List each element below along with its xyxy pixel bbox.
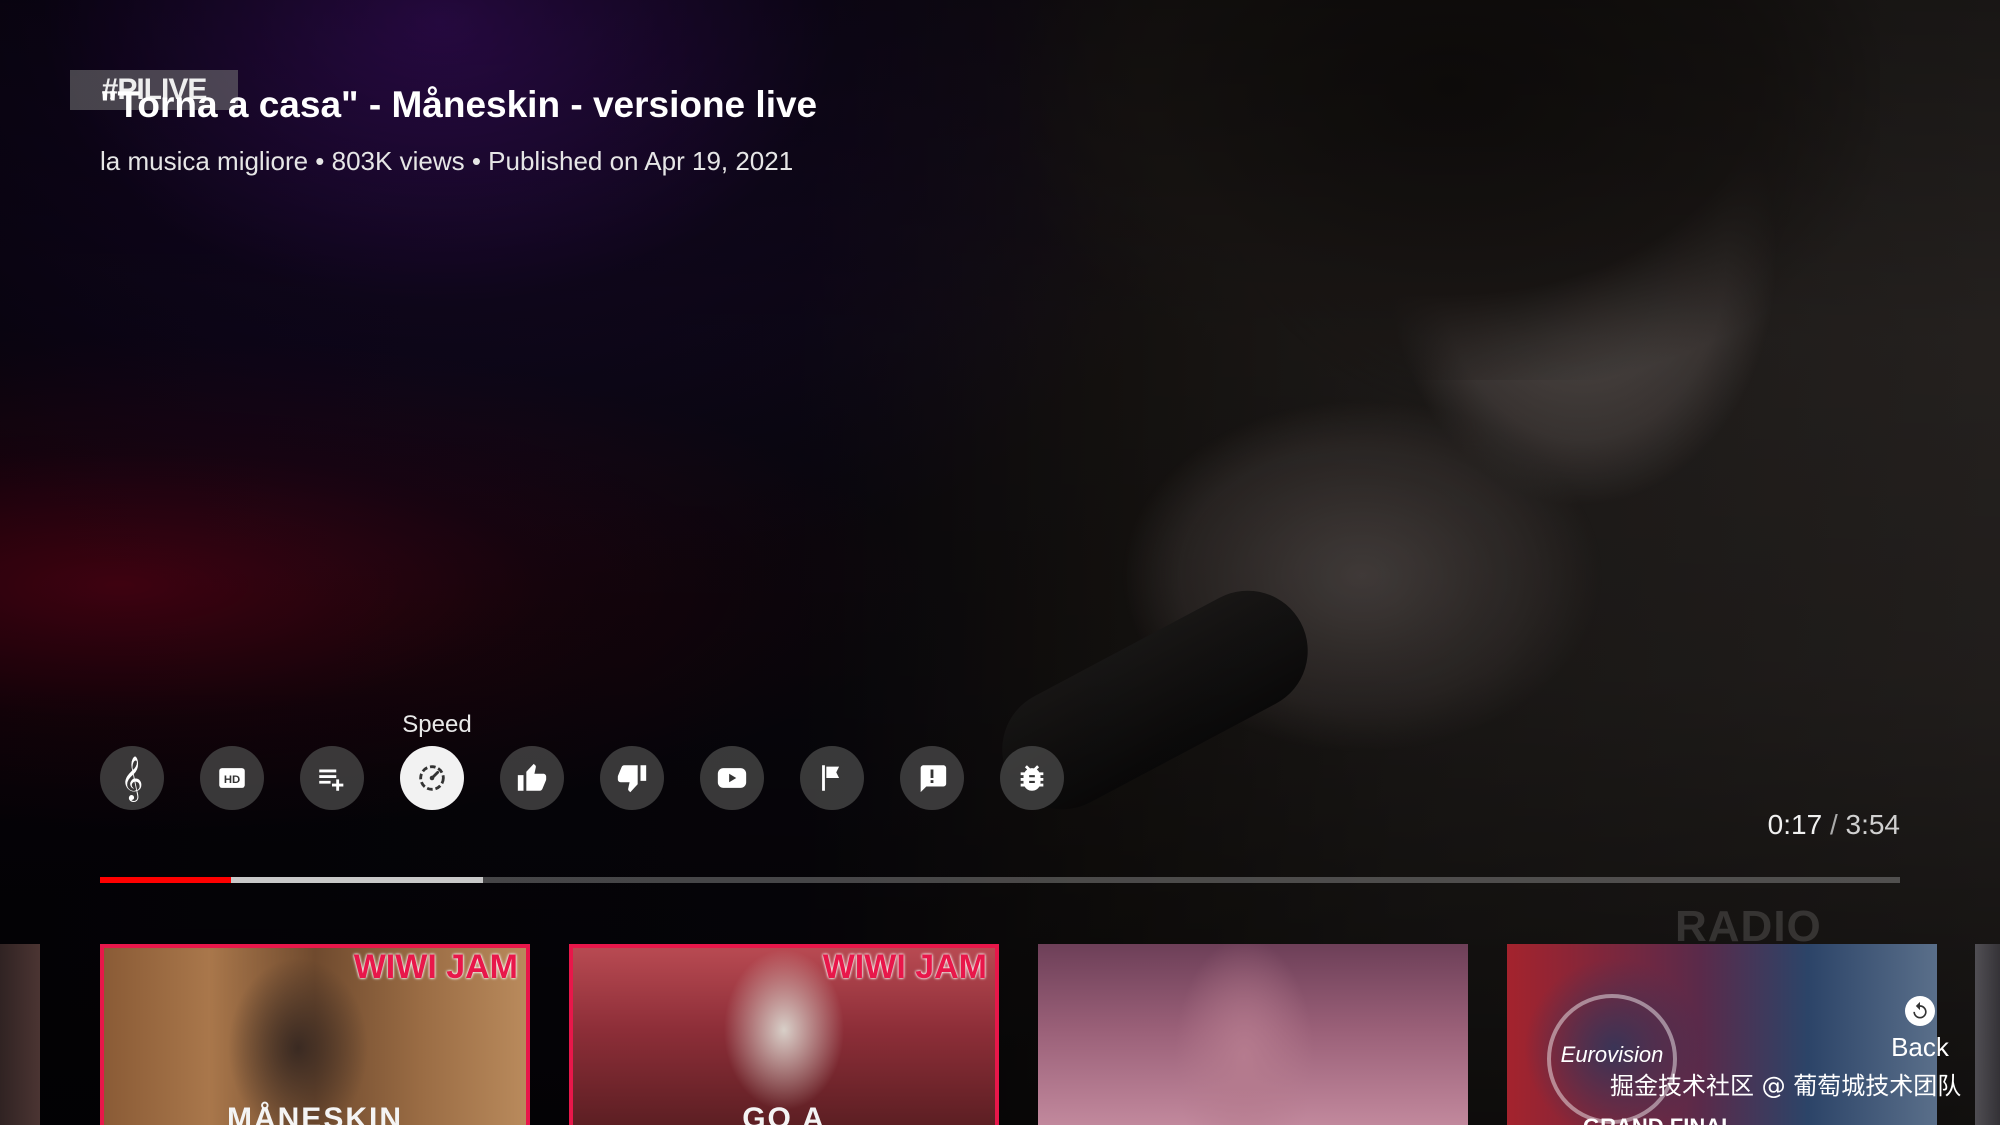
card-caption: MÅNESKIN xyxy=(226,1102,403,1125)
feedback-icon xyxy=(920,765,947,793)
watermark: 掘金技术社区 @ 葡萄城技术团队 xyxy=(1610,1072,1962,1100)
back-hint[interactable]: Back xyxy=(1888,996,1952,1063)
feedback-button[interactable] xyxy=(900,746,964,810)
bug-icon xyxy=(1020,765,1044,791)
time-separator: / xyxy=(1829,809,1838,840)
meta-separator: • xyxy=(308,146,332,176)
playback-time: 0:17 / 3:54 xyxy=(1768,809,1900,841)
dislike-button[interactable] xyxy=(600,746,664,810)
view-count: 803K views xyxy=(331,146,465,176)
svg-text:HD: HD xyxy=(224,774,240,786)
card-logo: WIWI JAM xyxy=(822,948,987,986)
audio-track-button[interactable]: 𝄞 xyxy=(100,746,164,810)
speed-button[interactable] xyxy=(400,746,464,810)
video-title: "Torna a casa" - Måneskin - versione liv… xyxy=(100,84,818,125)
back-label: Back xyxy=(1891,1032,1949,1062)
suggestion-card[interactable] xyxy=(1038,944,1468,1125)
back-arrow-icon xyxy=(1905,996,1935,1026)
card-logo: Eurovision xyxy=(1547,994,1677,1124)
focused-control-label: Speed xyxy=(402,711,472,738)
suggestion-card[interactable]: WIWI JAM GO A xyxy=(569,944,999,1125)
seek-bar[interactable] xyxy=(100,877,1900,883)
suggestion-card-partial[interactable] xyxy=(1975,944,2000,1125)
debug-button[interactable] xyxy=(1000,746,1064,810)
video-player[interactable]: #PILIVE "Torna a casa" - Måneskin - vers… xyxy=(0,0,2000,1125)
like-button[interactable] xyxy=(500,746,564,810)
suggestion-card[interactable]: WIWI JAM MÅNESKIN xyxy=(100,944,530,1125)
thumbs-down-icon xyxy=(617,765,647,793)
report-button[interactable] xyxy=(800,746,864,810)
meta-separator: • xyxy=(464,146,489,176)
suggestion-card-partial[interactable] xyxy=(0,944,40,1125)
duration: 3:54 xyxy=(1845,809,1901,840)
hd-icon: HD xyxy=(219,768,245,788)
flag-icon xyxy=(822,765,840,791)
card-logo: WIWI JAM xyxy=(353,948,518,986)
youtube-play-icon xyxy=(717,768,747,788)
card-caption: GO A xyxy=(742,1102,826,1125)
playlist-add-icon xyxy=(319,769,344,791)
video-metadata: la musica migliore • 803K views • Publis… xyxy=(100,146,793,177)
channel-name: la musica migliore xyxy=(100,146,309,176)
seek-bar-played xyxy=(100,877,232,883)
treble-clef-icon: 𝄞 xyxy=(120,755,144,800)
card-caption: GRAND FINAL xyxy=(1583,1114,1735,1125)
current-time: 0:17 xyxy=(1767,809,1823,840)
quality-button[interactable]: HD xyxy=(200,746,264,810)
speed-icon xyxy=(419,765,445,791)
add-to-playlist-button[interactable] xyxy=(300,746,364,810)
thumbs-up-icon xyxy=(517,763,547,791)
channel-button[interactable] xyxy=(700,746,764,810)
publish-date: Published on Apr 19, 2021 xyxy=(488,146,794,176)
